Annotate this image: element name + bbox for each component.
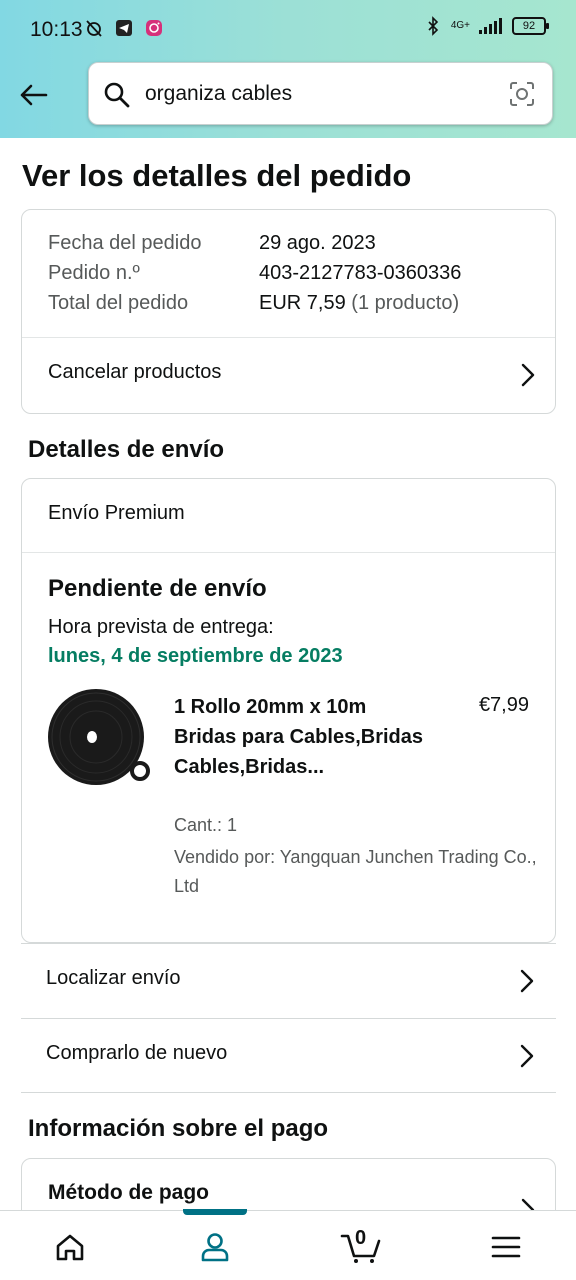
shipping-method: Envío Premium: [48, 502, 185, 524]
instagram-icon: [146, 20, 162, 36]
nav-menu[interactable]: [486, 1227, 526, 1267]
page-title: Ver los detalles del pedido: [22, 158, 412, 193]
payment-method-label: Método de pago: [48, 1181, 209, 1204]
order-total-label: Total del pedido: [48, 292, 189, 314]
eta-date: lunes, 4 de septiembre de 2023: [48, 645, 343, 667]
shipping-section-title: Detalles de envío: [28, 436, 225, 463]
product-seller: Vendido por: Yangquan Junchen Trading Co…: [174, 847, 537, 896]
alarm-off-icon: [86, 20, 102, 37]
order-number-value: 403-2127783-0360336: [259, 262, 462, 284]
nav-home[interactable]: [50, 1227, 90, 1267]
chevron-right-icon: [521, 363, 535, 387]
network-type: 4G+: [450, 20, 470, 31]
eta-label: Hora prevista de entrega:: [48, 616, 274, 638]
signal-icon: [479, 18, 502, 34]
payment-section-title: Información sobre el pago: [28, 1115, 329, 1142]
search-input[interactable]: organiza cables: [88, 62, 553, 125]
buy-again-label: Comprarlo de nuevo: [46, 1042, 228, 1064]
camera-scan-icon[interactable]: [508, 80, 536, 108]
chevron-right-icon: [520, 1044, 534, 1068]
shipment-status: Pendiente de envío: [48, 575, 267, 602]
chevron-right-icon: [520, 969, 534, 993]
divider: [22, 552, 555, 553]
order-total-count: (1 producto): [351, 292, 460, 314]
active-tab-indicator: [183, 1209, 247, 1215]
product-price: €7,99: [478, 694, 529, 716]
track-package-button[interactable]: Localizar envío: [21, 944, 556, 1018]
order-total-amount: EUR 7,59: [259, 292, 346, 314]
search-query: organiza cables: [145, 82, 293, 105]
back-button[interactable]: [14, 76, 52, 114]
status-bar: 10:13 4G+ 92: [0, 0, 576, 60]
app-header: 10:13 4G+ 92 organiza cables: [0, 0, 576, 138]
product-title-link[interactable]: 1 Rollo 20mm x 10m Bridas para Cables,Br…: [174, 692, 434, 782]
order-summary-card: Fecha del pedido 29 ago. 2023 Pedido n.º…: [21, 209, 556, 414]
status-right: 4G+ 92: [423, 16, 549, 36]
order-date-value: 29 ago. 2023: [259, 232, 376, 254]
home-icon: [56, 1234, 84, 1261]
divider: [21, 1092, 556, 1093]
notification-icons: [84, 18, 164, 38]
status-time: 10:13: [30, 18, 83, 41]
menu-icon: [491, 1236, 521, 1258]
cart-count-badge: 0: [355, 1227, 367, 1249]
track-package-label: Localizar envío: [46, 967, 181, 989]
cancel-products-label: Cancelar productos: [48, 361, 222, 383]
nav-account[interactable]: [195, 1227, 235, 1267]
product-quantity: Cant.: 1: [174, 815, 238, 835]
account-icon: [201, 1233, 229, 1262]
order-total-value: EUR 7,59 (1 producto): [259, 292, 459, 315]
buy-again-button[interactable]: Comprarlo de nuevo: [21, 1019, 556, 1093]
telegram-icon: [116, 20, 132, 36]
search-icon: [104, 82, 130, 108]
bluetooth-icon: [428, 16, 438, 36]
battery-indicator: 92: [512, 17, 549, 35]
product-image[interactable]: [46, 687, 154, 795]
order-date-label: Fecha del pedido: [48, 232, 202, 254]
bottom-navigation: [0, 1210, 576, 1280]
back-arrow-icon: [20, 84, 48, 106]
cancel-products-button[interactable]: Cancelar productos: [22, 338, 555, 414]
order-number-label: Pedido n.º: [48, 262, 140, 284]
shipping-card: Envío Premium Pendiente de envío Hora pr…: [21, 478, 556, 943]
